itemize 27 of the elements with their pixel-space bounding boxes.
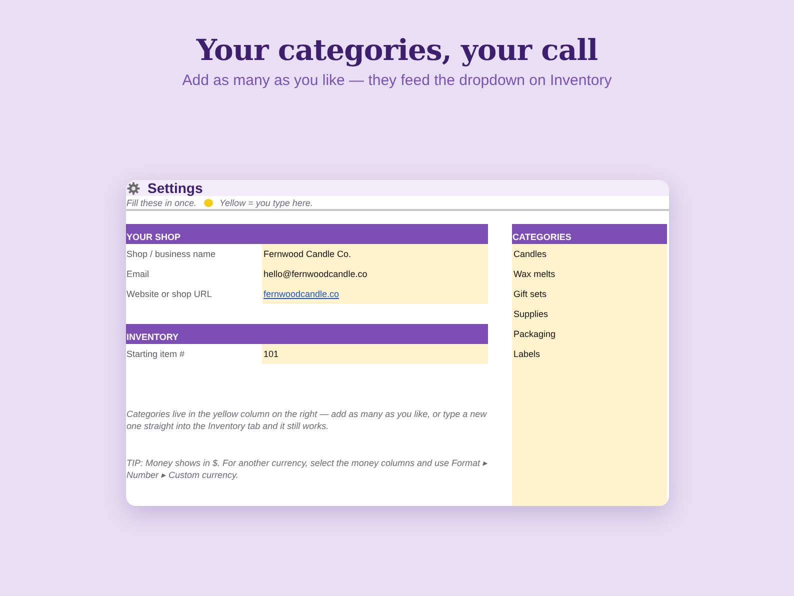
page-title: Your categories, your call <box>196 33 598 67</box>
category-cell[interactable]: Gift sets <box>512 284 666 304</box>
note-text: TIP: Money shows in $. For another currency, select the money columns and use Format ▸ Number ▸ Custom currency. <box>126 457 488 481</box>
category-cell[interactable]: Wax melts <box>512 264 666 284</box>
section-header: YOUR SHOP <box>126 224 488 244</box>
instruction-text: Yellow = you type here. <box>220 198 313 208</box>
section-header: CATEGORIES <box>512 224 666 244</box>
field-label: Email <box>126 268 150 281</box>
category-cell[interactable]: Candles <box>512 244 666 264</box>
section-header: INVENTORY <box>126 324 488 344</box>
note-text: Categories live in the yellow column on the right — add as many as you like, or type a new one straight into the Inventory tab and it still works. <box>126 408 488 432</box>
dot-icon <box>204 198 213 206</box>
instruction-text: Fill these in once. <box>126 198 197 208</box>
category-cell[interactable]: Packaging <box>512 324 666 344</box>
input-cell[interactable]: hello@fernwoodcandle.co <box>262 264 488 284</box>
input-cell[interactable]: fernwoodcandle.co <box>262 284 488 304</box>
input-cell[interactable]: 101 <box>262 344 488 364</box>
page-subtitle: Add as many as you like — they feed the dropdown on Inventory <box>182 72 612 89</box>
field-label: Starting item # <box>126 348 186 361</box>
field-label: Shop / business name <box>126 248 217 261</box>
input-cell[interactable]: Fernwood Candle Co. <box>262 244 488 264</box>
gear-icon <box>126 182 140 194</box>
category-cell[interactable]: Supplies <box>512 304 666 324</box>
category-cell[interactable]: Labels <box>512 344 666 364</box>
field-label: Website or shop URL <box>126 288 213 301</box>
sheet-title: Settings <box>148 180 203 196</box>
url-link[interactable]: fernwoodcandle.co <box>264 289 340 299</box>
